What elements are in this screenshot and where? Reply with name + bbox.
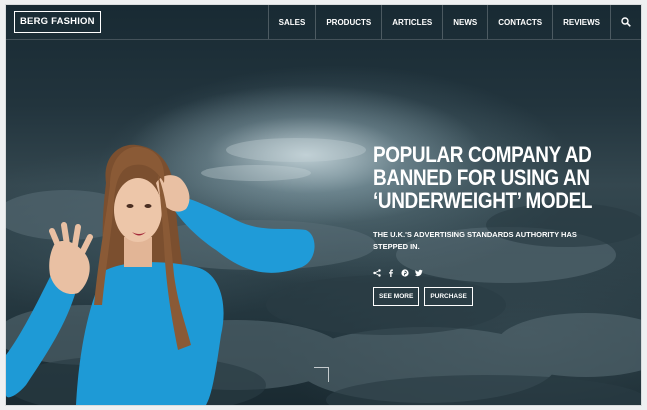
purchase-button[interactable]: PURCHASE <box>424 287 473 306</box>
hero-subtitle: THE U.K.'S ADVERTISING STANDARDS AUTHORI… <box>373 230 577 251</box>
nav-item-contacts[interactable]: CONTACTS <box>487 5 552 39</box>
see-more-button[interactable]: SEE MORE <box>373 287 420 306</box>
share-icon[interactable] <box>373 264 381 277</box>
hero-headline: POPULAR COMPANY AD BANNED FOR USING AN ‘… <box>373 142 593 213</box>
nav-item-reviews[interactable]: REVIEWS <box>552 5 610 39</box>
top-navigation-bar: BERG FASHION SALES PRODUCTS ARTICLES NEW… <box>6 5 641 40</box>
nav-item-products[interactable]: PRODUCTS <box>315 5 381 39</box>
facebook-icon[interactable] <box>387 264 395 277</box>
search-icon <box>621 17 631 27</box>
search-button[interactable] <box>610 5 641 39</box>
twitter-icon[interactable] <box>415 264 423 277</box>
nav-item-sales[interactable]: SALES <box>267 5 316 39</box>
nav-item-articles[interactable]: ARTICLES <box>381 5 442 39</box>
social-share-bar <box>373 264 423 277</box>
hero-headline-line: BANNED FOR USING AN <box>373 165 590 190</box>
hero-headline-line: POPULAR COMPANY AD <box>373 142 592 167</box>
hero-actions: SEE MORE PURCHASE <box>373 287 473 306</box>
hero-headline-line: ‘UNDERWEIGHT’ MODEL <box>373 188 593 213</box>
nav-item-news[interactable]: NEWS <box>442 5 487 39</box>
corner-bracket-decoration <box>314 367 329 382</box>
hero-banner: BERG FASHION SALES PRODUCTS ARTICLES NEW… <box>6 5 641 405</box>
main-nav: SALES PRODUCTS ARTICLES NEWS CONTACTS RE… <box>267 5 641 39</box>
brand-logo[interactable]: BERG FASHION <box>14 11 101 33</box>
pinterest-icon[interactable] <box>401 264 409 277</box>
